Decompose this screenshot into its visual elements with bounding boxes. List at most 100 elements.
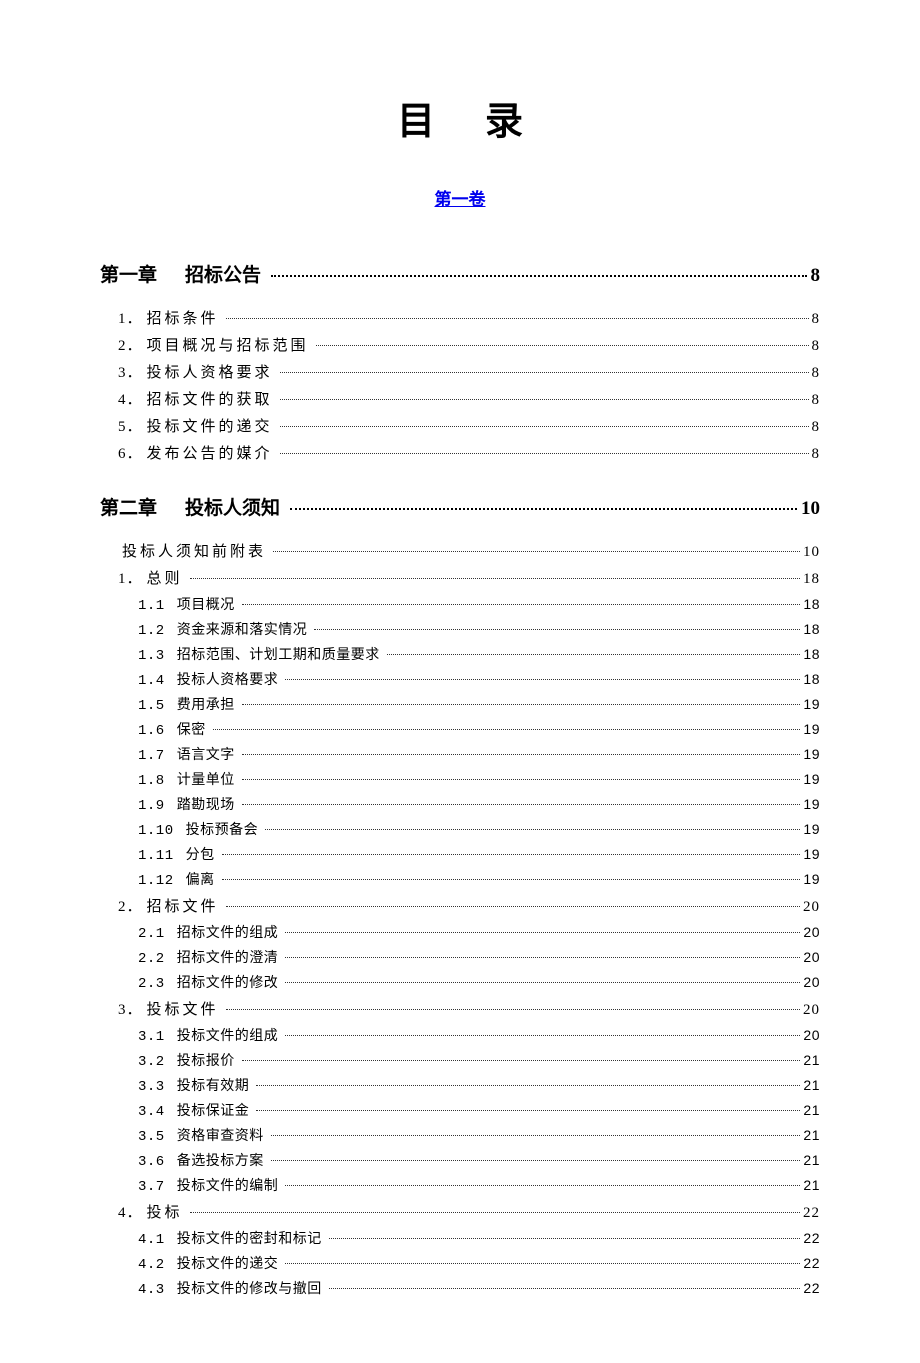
entry-page: 18 (803, 646, 820, 662)
entry-title: 投标文件的递交 (147, 415, 273, 436)
entry-number: 1.9 (138, 798, 165, 814)
toc-entry-level2: 2.3 招标文件的修改 20 (138, 972, 820, 992)
toc-entry-level2: 1.4投标人资格要求18 (138, 669, 820, 689)
toc-entry-level2: 3.7投标文件的编制21 (138, 1175, 820, 1195)
leader-dots (387, 654, 801, 655)
entry-number: 1.10 (138, 823, 174, 839)
entry-page: 20 (803, 974, 820, 990)
entry-number: 2.3 (138, 976, 165, 992)
entry-number: 1.11 (138, 848, 174, 864)
entry-title: 投标报价 (177, 1050, 235, 1070)
leader-dots (222, 879, 801, 880)
entry-number: 3.6 (138, 1154, 165, 1170)
toc-entry-level1: 1．总则18 (118, 567, 820, 588)
entry-title: 总则 (147, 567, 183, 588)
entry-title: 投标人资格要求 (177, 669, 279, 689)
chapter-heading: 第一章招标公告8 (100, 260, 820, 287)
leader-dots (285, 957, 800, 958)
entry-page: 19 (803, 821, 820, 837)
leader-dots (285, 1263, 800, 1264)
entry-title: 投标文件的修改与撤回 (177, 1278, 322, 1298)
entry-number: 5． (118, 415, 143, 436)
entry-number: 2． (118, 334, 143, 355)
leader-dots (242, 604, 801, 605)
entry-number: 3.5 (138, 1129, 165, 1145)
entry-page: 8 (812, 446, 821, 463)
leader-dots (190, 578, 800, 579)
leader-dots (285, 679, 800, 680)
entry-title: 投标人资格要求 (147, 361, 273, 382)
entry-page: 8 (812, 392, 821, 409)
toc-entry-level2: 3.3投标有效期21 (138, 1075, 820, 1095)
entry-page: 19 (803, 721, 820, 737)
entry-number: 1.1 (138, 598, 165, 614)
entry-title: 计量单位 (177, 769, 235, 789)
entry-page: 19 (803, 696, 820, 712)
entry-page: 19 (803, 796, 820, 812)
entry-title: 招标文件的组成 (177, 922, 279, 942)
chapter-title: 投标人须知 (185, 493, 280, 520)
entry-number: 4． (118, 388, 143, 409)
leader-dots (242, 804, 801, 805)
entry-title: 投标有效期 (177, 1075, 250, 1095)
leader-dots (271, 1160, 801, 1161)
leader-dots (242, 754, 801, 755)
entry-title: 项目概况 (177, 594, 235, 614)
entry-page: 21 (803, 1102, 820, 1118)
toc-entry-level1: 1．招标条件8 (118, 307, 820, 328)
toc-entry-level2: 1.5 费用承担 19 (138, 694, 820, 714)
entry-title: 招标文件的获取 (147, 388, 273, 409)
entry-page: 21 (803, 1077, 820, 1093)
toc-entry-level2: 1.8计量单位19 (138, 769, 820, 789)
entry-title: 投标保证金 (177, 1100, 250, 1120)
entry-number: 2.2 (138, 951, 165, 967)
entry-title: 投标文件的编制 (177, 1175, 279, 1195)
entry-page: 8 (812, 419, 821, 436)
leader-dots (290, 508, 797, 510)
entry-page: 18 (803, 621, 820, 637)
entry-number: 2． (118, 895, 143, 916)
leader-dots (285, 982, 800, 983)
entry-number: 1.6 (138, 723, 165, 739)
entry-title: 备选投标方案 (177, 1150, 264, 1170)
toc-entry-level1: 4．投标22 (118, 1201, 820, 1222)
entry-page: 22 (803, 1205, 820, 1222)
leader-dots (280, 453, 809, 454)
leader-dots (280, 372, 809, 373)
toc-entry-level2: 3.2投标报价21 (138, 1050, 820, 1070)
entry-title: 投标人须知前附表 (122, 540, 266, 561)
leader-dots (242, 704, 801, 705)
entry-title: 语言文字 (177, 744, 235, 764)
toc-entry-level1: 3．投标文件20 (118, 998, 820, 1019)
entry-number: 2.1 (138, 926, 165, 942)
toc-entry-level1: 2．招标文件20 (118, 895, 820, 916)
toc-entry-level2: 4.3投标文件的修改与撤回22 (138, 1278, 820, 1298)
toc-entry-level1: 3．投标人资格要求8 (118, 361, 820, 382)
toc-entry-level2: 1.3招标范围、计划工期和质量要求18 (138, 644, 820, 664)
toc-entry-level2: 1.10 投标预备会 19 (138, 819, 820, 839)
entry-number: 1.5 (138, 698, 165, 714)
entry-page: 18 (803, 671, 820, 687)
toc-entry-level1: 4．招标文件的获取 8 (118, 388, 820, 409)
entry-page: 10 (803, 544, 820, 561)
entry-title: 投标文件的组成 (177, 1025, 279, 1045)
entry-number: 3.1 (138, 1029, 165, 1045)
entry-page: 18 (803, 596, 820, 612)
toc-entry-level1: 6．发布公告的媒介8 (118, 442, 820, 463)
leader-dots (226, 906, 800, 907)
toc-entry-level2: 1.9踏勘现场19 (138, 794, 820, 814)
entry-number: 4.3 (138, 1282, 165, 1298)
entry-title: 投标预备会 (186, 819, 259, 839)
entry-title: 招标文件的修改 (177, 972, 279, 992)
entry-page: 20 (803, 1002, 820, 1019)
entry-page: 19 (803, 871, 820, 887)
entry-number: 1． (118, 307, 143, 328)
entry-title: 费用承担 (177, 694, 235, 714)
toc-entry-level2: 1.6保密19 (138, 719, 820, 739)
entry-page: 8 (812, 365, 821, 382)
entry-number: 3.4 (138, 1104, 165, 1120)
entry-page: 21 (803, 1127, 820, 1143)
chapter-page: 10 (801, 498, 820, 520)
leader-dots (190, 1212, 800, 1213)
leader-dots (242, 1060, 801, 1061)
